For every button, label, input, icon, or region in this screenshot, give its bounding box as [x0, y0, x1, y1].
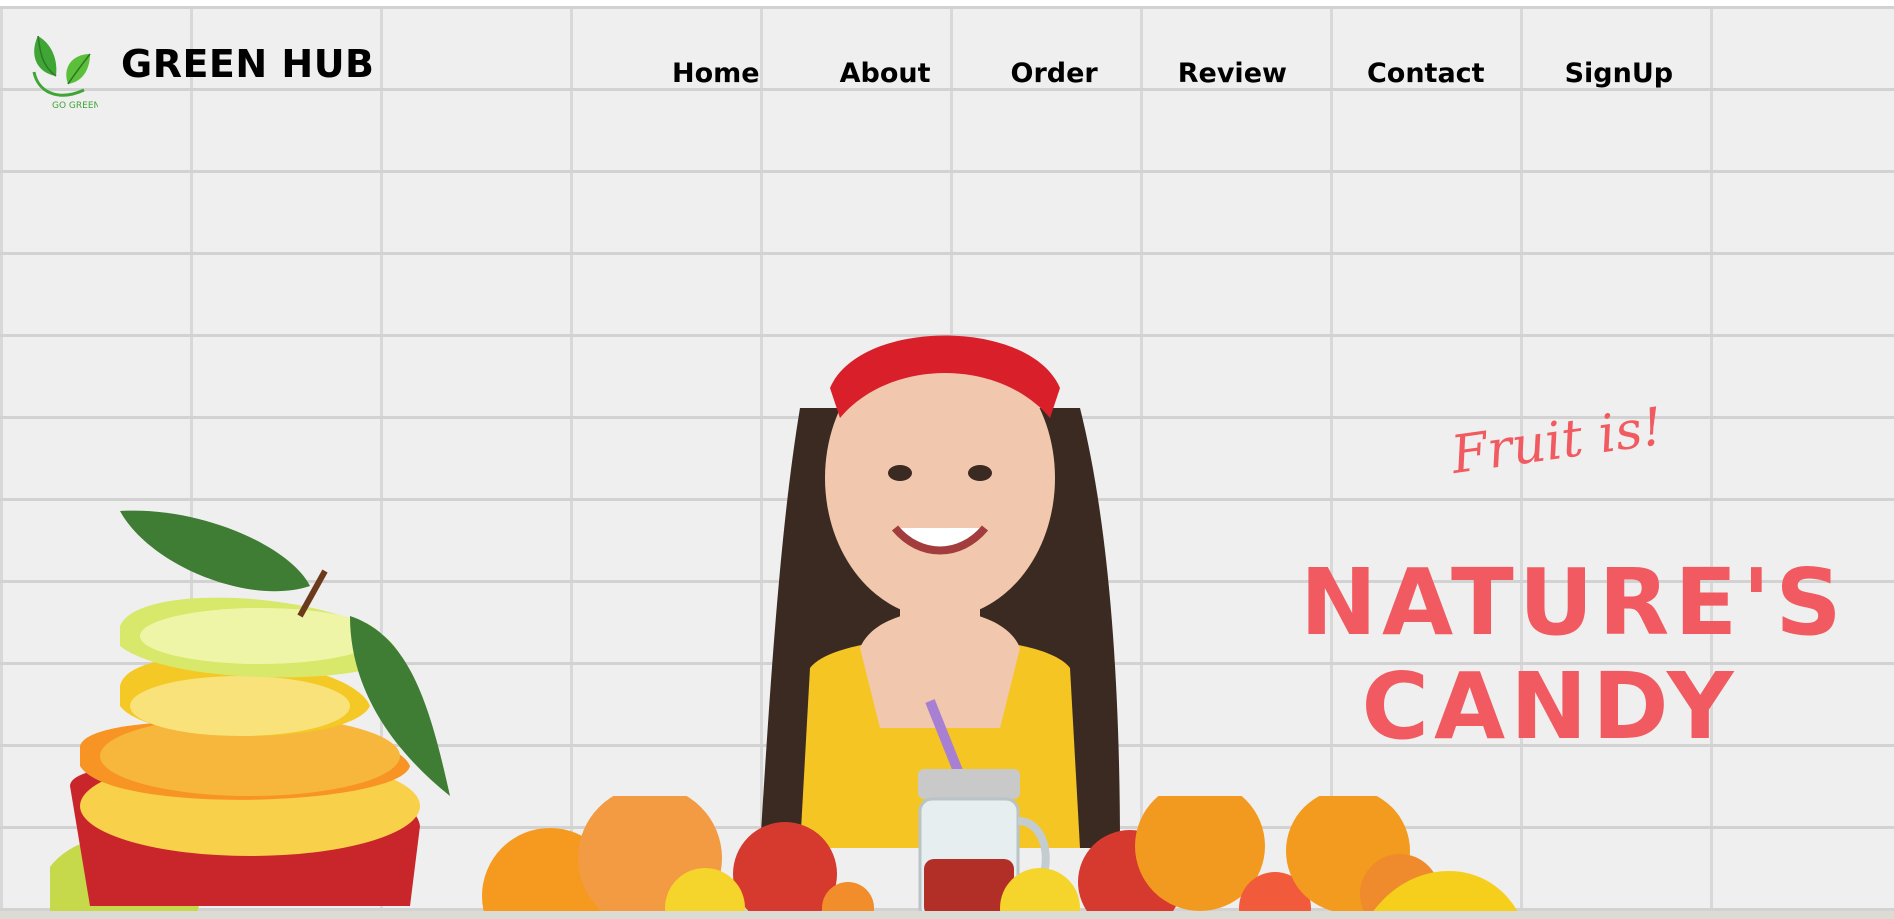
hero-banner: GO GREEN GREEN HUB Home About Order Revi… [0, 6, 1894, 911]
hero-headline-line2: CANDY [1361, 653, 1739, 760]
nav-about[interactable]: About [840, 58, 931, 89]
nav-review[interactable]: Review [1178, 58, 1287, 89]
brand-name[interactable]: GREEN HUB [121, 42, 375, 86]
hero-headline-line1: NATURE'S [1300, 549, 1847, 656]
fruit-stack-image [50, 510, 450, 911]
nav-signup[interactable]: SignUp [1565, 58, 1674, 89]
nav-contact[interactable]: Contact [1367, 58, 1485, 89]
logo-text: GO GREEN [52, 101, 98, 111]
hero-headline: NATURE'S CANDY [1300, 549, 1847, 760]
bottom-strip [0, 911, 1894, 919]
nav-order[interactable]: Order [1011, 58, 1098, 89]
main-nav: Home About Order Review Contact SignUp [672, 58, 1673, 89]
leaf-icon[interactable]: GO GREEN [28, 32, 98, 112]
nav-home[interactable]: Home [672, 58, 760, 89]
fruit-row-image [482, 796, 1518, 911]
